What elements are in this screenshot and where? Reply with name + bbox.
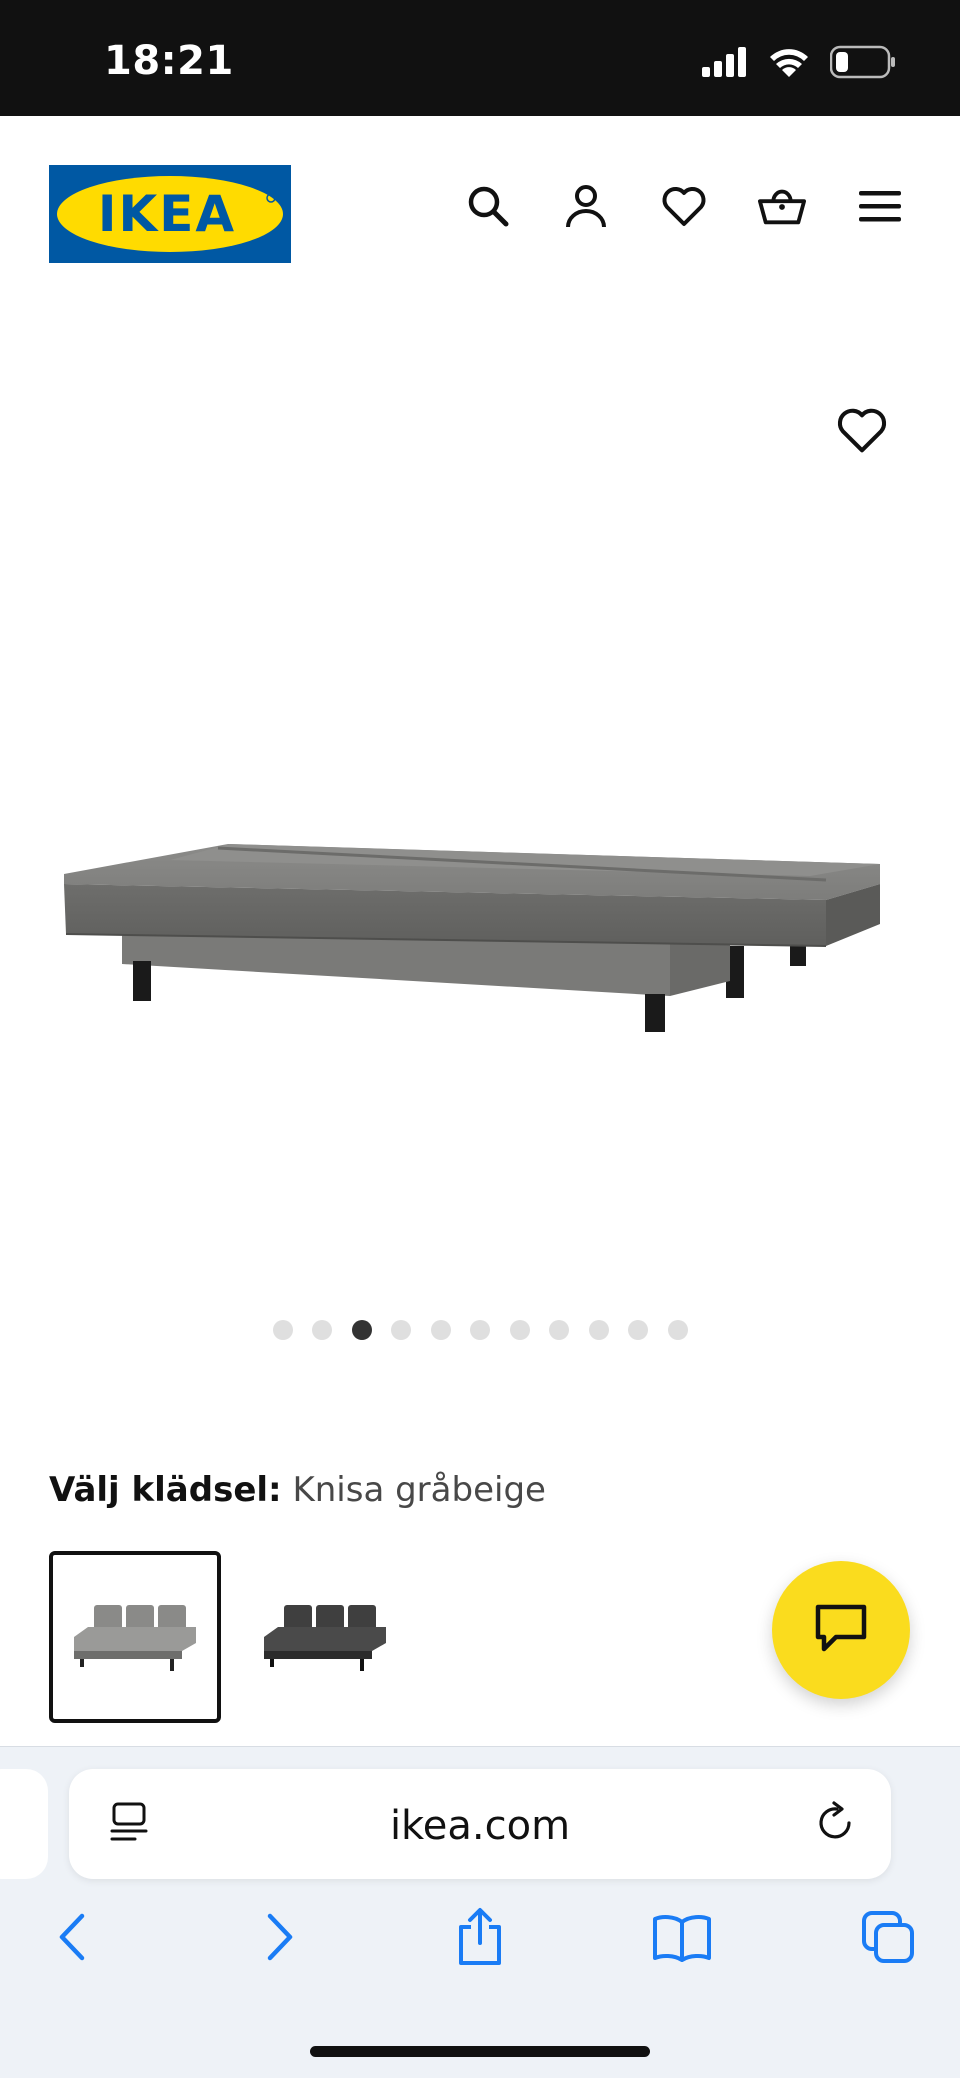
heart-icon[interactable] xyxy=(660,182,708,230)
header-icons xyxy=(464,182,904,230)
carousel-dot[interactable] xyxy=(549,1320,569,1340)
upholstery-selection: Välj klädsel: Knisa gråbeige xyxy=(49,1470,546,1510)
carousel-dot[interactable] xyxy=(628,1320,648,1340)
carousel-pagination xyxy=(0,1320,960,1340)
bookmarks-icon[interactable] xyxy=(652,1907,712,1967)
url-text: ikea.com xyxy=(389,1803,571,1849)
user-icon[interactable] xyxy=(562,182,610,230)
site-header: IKEA xyxy=(0,116,960,316)
share-icon[interactable] xyxy=(450,1907,510,1967)
signal-icon xyxy=(702,46,748,82)
ikea-logo[interactable]: IKEA xyxy=(49,165,291,263)
status-bar: 18:21 xyxy=(0,0,960,116)
add-to-favorites-heart-icon[interactable] xyxy=(836,406,888,458)
carousel-dot[interactable] xyxy=(272,1320,293,1340)
sofa-bed-image xyxy=(64,844,880,1032)
carousel-dot[interactable] xyxy=(430,1320,451,1340)
chat-button[interactable] xyxy=(772,1561,910,1699)
upholstery-label: Välj klädsel: xyxy=(49,1470,282,1510)
wifi-icon xyxy=(768,46,810,83)
product-image-carousel[interactable] xyxy=(0,316,960,1316)
chat-icon xyxy=(814,1603,868,1658)
reload-icon[interactable] xyxy=(813,1801,857,1850)
carousel-dot[interactable] xyxy=(667,1320,688,1340)
status-time: 18:21 xyxy=(104,38,234,84)
carousel-dot[interactable] xyxy=(391,1320,411,1340)
carousel-dot[interactable] xyxy=(588,1320,609,1340)
browser-chrome: ikea.com xyxy=(0,1746,960,2078)
address-bar[interactable]: ikea.com xyxy=(69,1769,891,1879)
status-icons xyxy=(702,44,896,84)
carousel-dot[interactable] xyxy=(312,1320,332,1340)
back-icon[interactable] xyxy=(42,1907,102,1967)
previous-tab-edge[interactable] xyxy=(0,1769,48,1879)
home-indicator xyxy=(310,2046,650,2057)
carousel-dot[interactable] xyxy=(470,1320,490,1340)
upholstery-value: Knisa gråbeige xyxy=(292,1470,546,1510)
upholstery-swatches xyxy=(49,1551,411,1723)
search-icon[interactable] xyxy=(464,182,512,230)
forward-icon[interactable] xyxy=(250,1907,310,1967)
carousel-dot-active[interactable] xyxy=(351,1320,372,1340)
menu-icon[interactable] xyxy=(856,182,904,230)
sofa-dark-swatch[interactable] xyxy=(239,1551,411,1723)
svg-text:IKEA: IKEA xyxy=(98,185,236,243)
battery-icon xyxy=(829,45,896,84)
carousel-dot[interactable] xyxy=(509,1320,530,1340)
browser-toolbar xyxy=(0,1907,960,1987)
basket-icon[interactable] xyxy=(758,182,806,230)
sofa-grey-swatch[interactable] xyxy=(49,1551,221,1723)
tabs-icon[interactable] xyxy=(858,1907,918,1967)
